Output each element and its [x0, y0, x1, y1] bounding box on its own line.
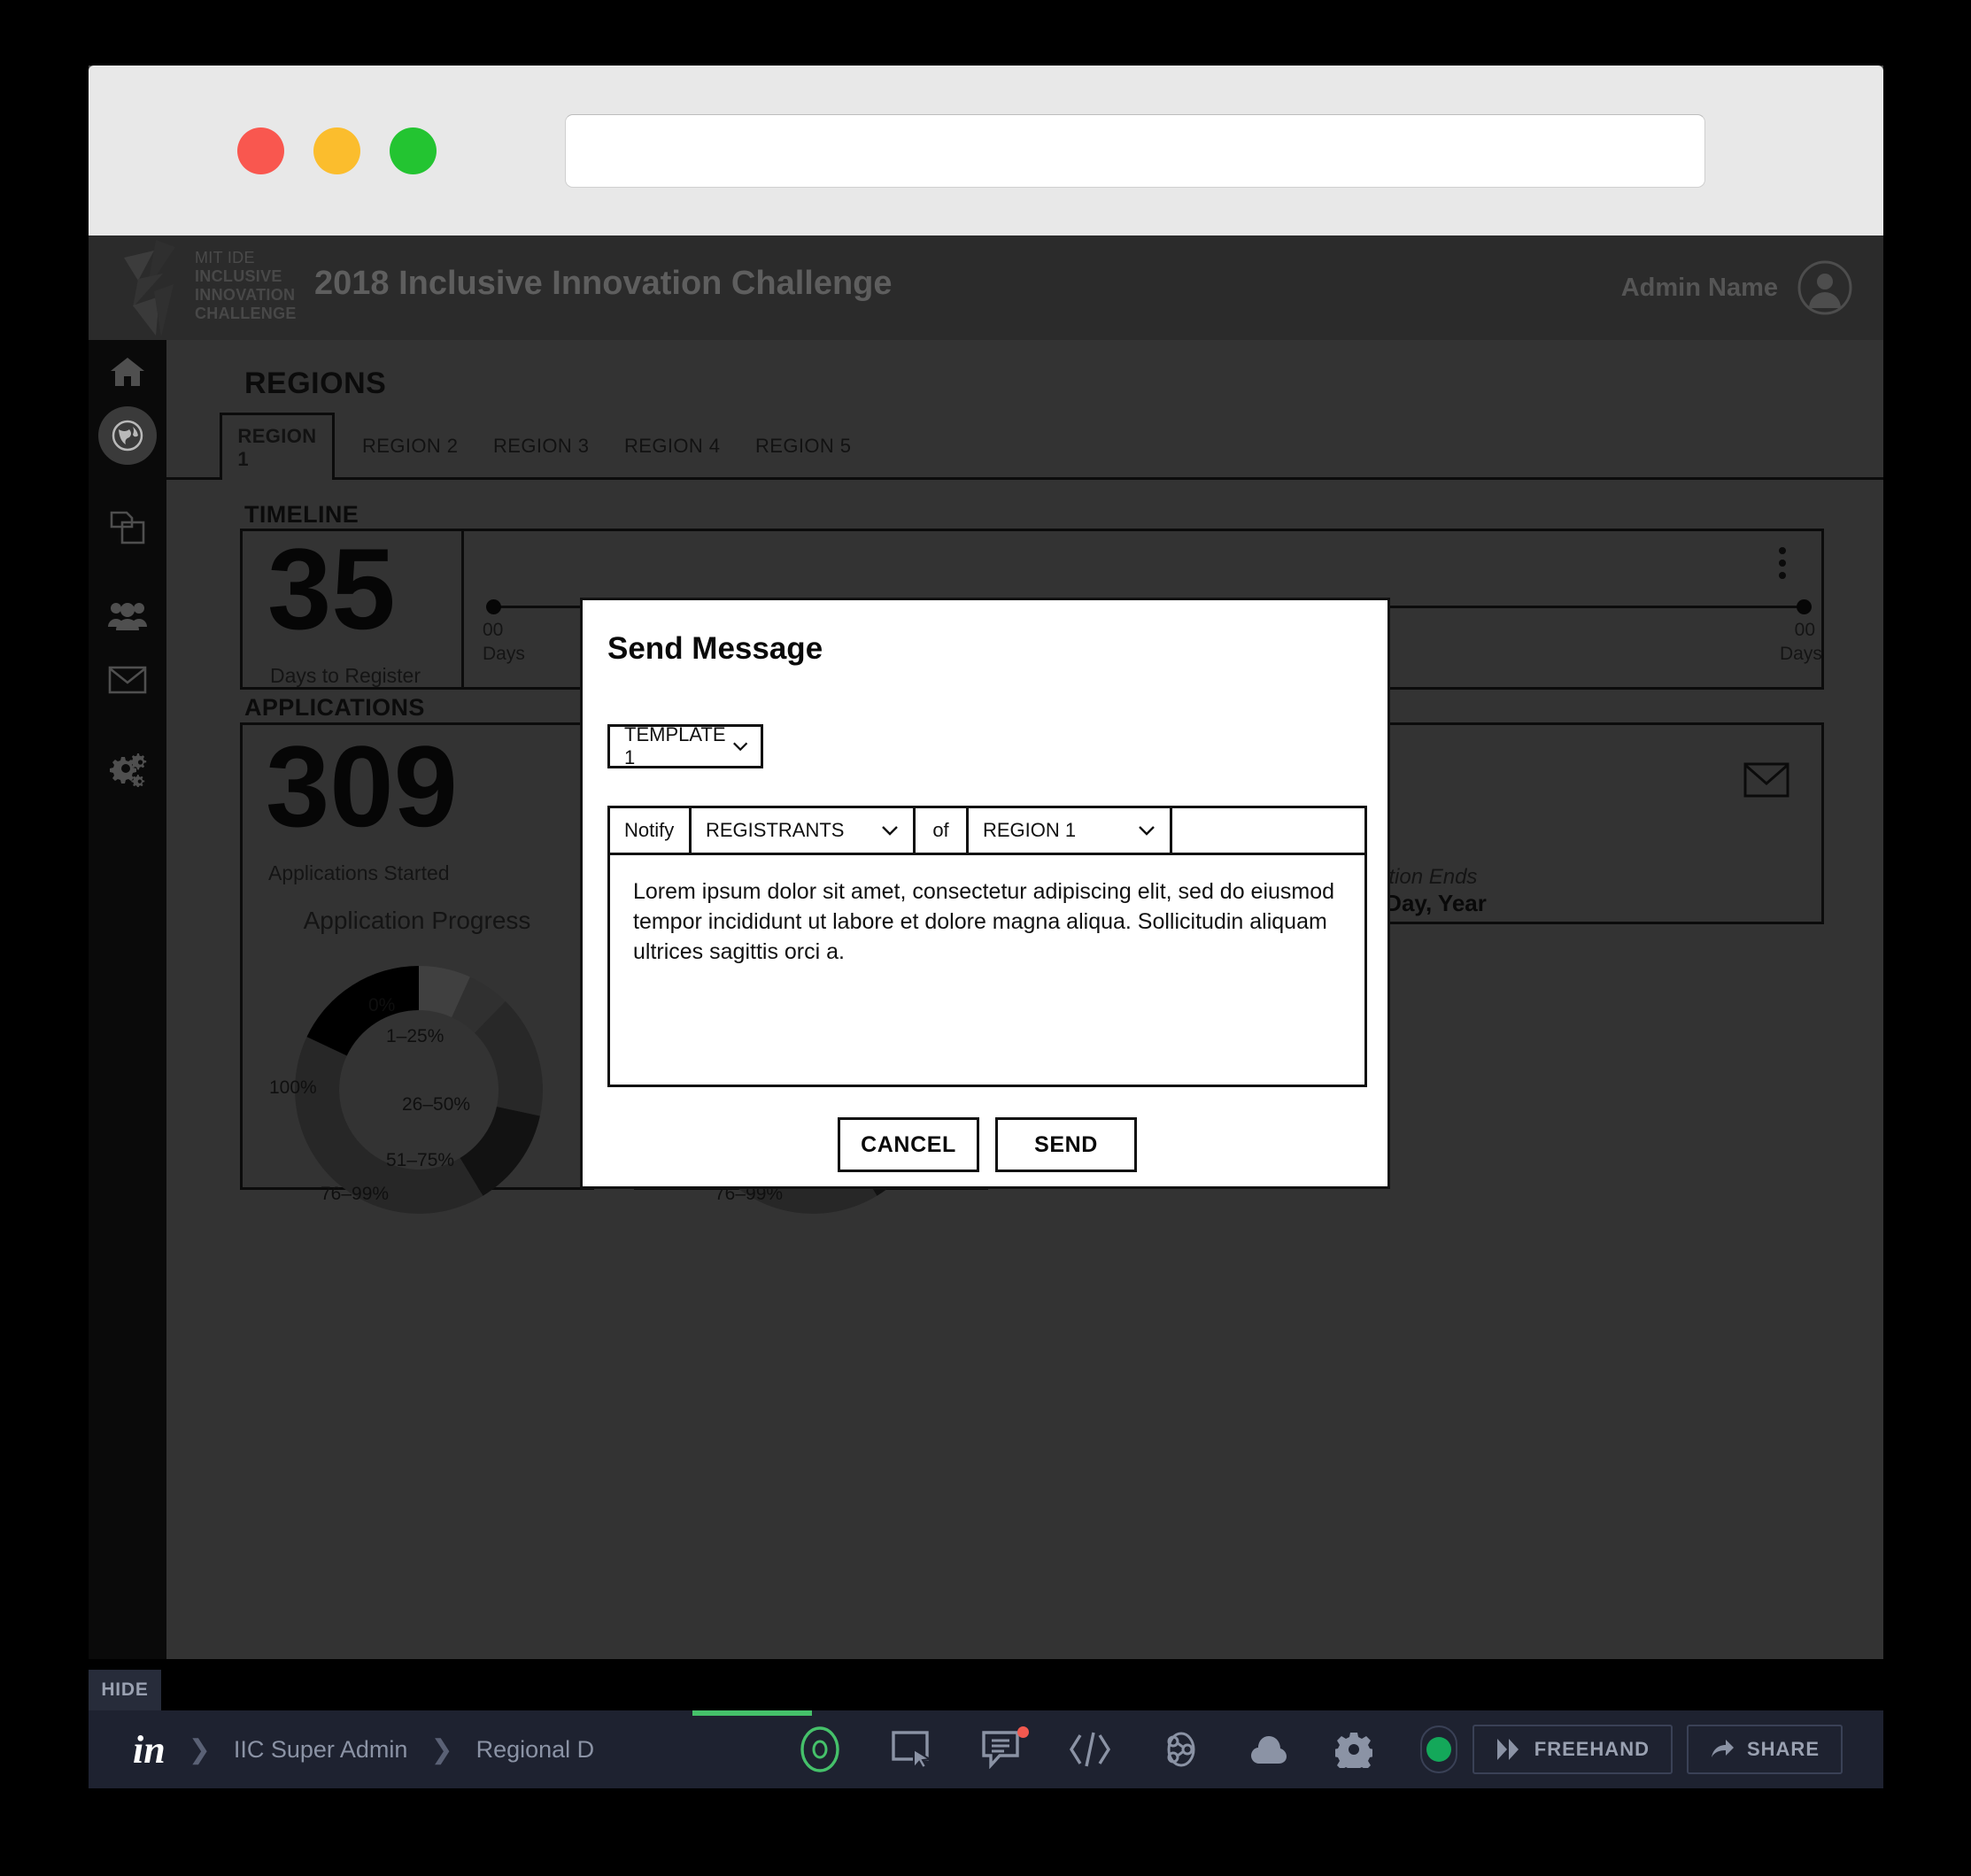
breadcrumb-separator-2: ❯: [430, 1734, 452, 1765]
region-select[interactable]: REGION 1: [969, 808, 1172, 853]
browser-chrome: [89, 66, 1883, 235]
invision-toolbar: in ❯ IIC Super Admin ❯ Regional D: [89, 1710, 1883, 1788]
breadcrumb-separator-1: ❯: [189, 1734, 211, 1765]
window-controls: [237, 127, 437, 174]
cancel-button-label: CANCEL: [861, 1132, 956, 1158]
sidebar-item-regions[interactable]: [89, 404, 166, 467]
app-header: MIT IDE INCLUSIVE INNOVATION CHALLENGE 2…: [89, 235, 1883, 340]
share-icon: [1710, 1739, 1735, 1760]
gears-icon: [107, 750, 148, 787]
hotspot-icon[interactable]: [891, 1728, 933, 1771]
notify-label: Notify: [610, 808, 692, 853]
gear-icon[interactable]: [1335, 1731, 1372, 1768]
invision-tools: [797, 1710, 1457, 1788]
mail-icon: [108, 666, 147, 694]
template-select-value: TEMPLATE 1: [624, 723, 732, 769]
admin-account[interactable]: Admin Name: [1621, 260, 1852, 315]
share-button-label: SHARE: [1747, 1738, 1820, 1761]
active-screen-indicator: [692, 1710, 812, 1716]
notify-row-spacer: [1172, 808, 1364, 853]
sidebar-item-settings[interactable]: [89, 737, 166, 800]
url-input[interactable]: [565, 114, 1705, 188]
audience-select[interactable]: REGISTRANTS: [692, 808, 916, 853]
send-button[interactable]: SEND: [995, 1117, 1137, 1172]
iic-logo: MIT IDE INCLUSIVE INNOVATION CHALLENGE: [113, 231, 290, 344]
freehand-button-label: FREEHAND: [1534, 1738, 1650, 1761]
iic-logo-mark: [120, 238, 200, 340]
chevron-down-icon: [732, 741, 748, 752]
zoom-window-button[interactable]: [390, 127, 437, 174]
modal-title: Send Message: [607, 631, 823, 667]
comment-icon[interactable]: [981, 1730, 1020, 1769]
invision-logo[interactable]: in: [133, 1727, 166, 1772]
sidebar-item-documents[interactable]: [89, 496, 166, 560]
people-icon: [107, 600, 148, 632]
hide-toolbar-label: HIDE: [101, 1679, 148, 1701]
status-dot-icon[interactable]: [1420, 1725, 1457, 1773]
region-select-value: REGION 1: [983, 819, 1076, 842]
documents-icon: [109, 509, 146, 546]
breadcrumb-item-0[interactable]: IIC Super Admin: [234, 1736, 408, 1764]
audience-select-value: REGISTRANTS: [706, 819, 844, 842]
sidebar-nav: [89, 340, 166, 1659]
share-button[interactable]: SHARE: [1687, 1725, 1843, 1774]
cloud-upload-icon[interactable]: [1250, 1733, 1287, 1766]
workflow-icon[interactable]: [1160, 1728, 1202, 1771]
close-window-button[interactable]: [237, 127, 284, 174]
logo-line-3: INNOVATION: [195, 286, 297, 305]
template-select[interactable]: TEMPLATE 1: [607, 724, 763, 768]
sidebar-item-people[interactable]: [89, 584, 166, 648]
notify-row: Notify REGISTRANTS of REGION 1: [607, 806, 1367, 855]
sidebar-item-home[interactable]: [89, 340, 166, 404]
breadcrumb-item-1[interactable]: Regional D: [476, 1736, 595, 1764]
hide-toolbar-button[interactable]: HIDE: [89, 1670, 161, 1710]
preview-eye-icon[interactable]: [797, 1726, 843, 1772]
sidebar-item-messages[interactable]: [89, 648, 166, 712]
admin-name-label: Admin Name: [1621, 274, 1778, 303]
comment-notification-badge: [1017, 1726, 1029, 1738]
logo-line-2: INCLUSIVE: [195, 267, 297, 286]
logo-line-4: CHALLENGE: [195, 305, 297, 323]
chevron-down-icon: [881, 825, 899, 836]
globe-icon: [111, 419, 144, 452]
app-title: 2018 Inclusive Innovation Challenge: [314, 265, 893, 303]
invision-breadcrumb: in ❯ IIC Super Admin ❯ Regional D: [133, 1710, 594, 1788]
logo-line-1: MIT IDE: [195, 249, 297, 267]
message-textarea[interactable]: Lorem ipsum dolor sit amet, consectetur …: [607, 853, 1367, 1087]
iic-logo-text: MIT IDE INCLUSIVE INNOVATION CHALLENGE: [195, 249, 297, 323]
cancel-button[interactable]: CANCEL: [838, 1117, 979, 1172]
invision-actions: FREEHAND SHARE: [1472, 1710, 1843, 1788]
freehand-icon: [1496, 1738, 1522, 1761]
avatar-icon[interactable]: [1797, 260, 1852, 315]
of-label: of: [916, 808, 969, 853]
inspect-code-icon[interactable]: [1068, 1730, 1112, 1769]
screenshot-root: MIT IDE INCLUSIVE INNOVATION CHALLENGE 2…: [0, 0, 1971, 1876]
send-message-modal: Send Message TEMPLATE 1 Notify REGISTRAN…: [580, 598, 1390, 1189]
chevron-down-icon: [1138, 825, 1156, 836]
freehand-button[interactable]: FREEHAND: [1472, 1725, 1673, 1774]
home-icon: [109, 355, 146, 389]
send-button-label: SEND: [1034, 1132, 1098, 1158]
minimize-window-button[interactable]: [313, 127, 360, 174]
